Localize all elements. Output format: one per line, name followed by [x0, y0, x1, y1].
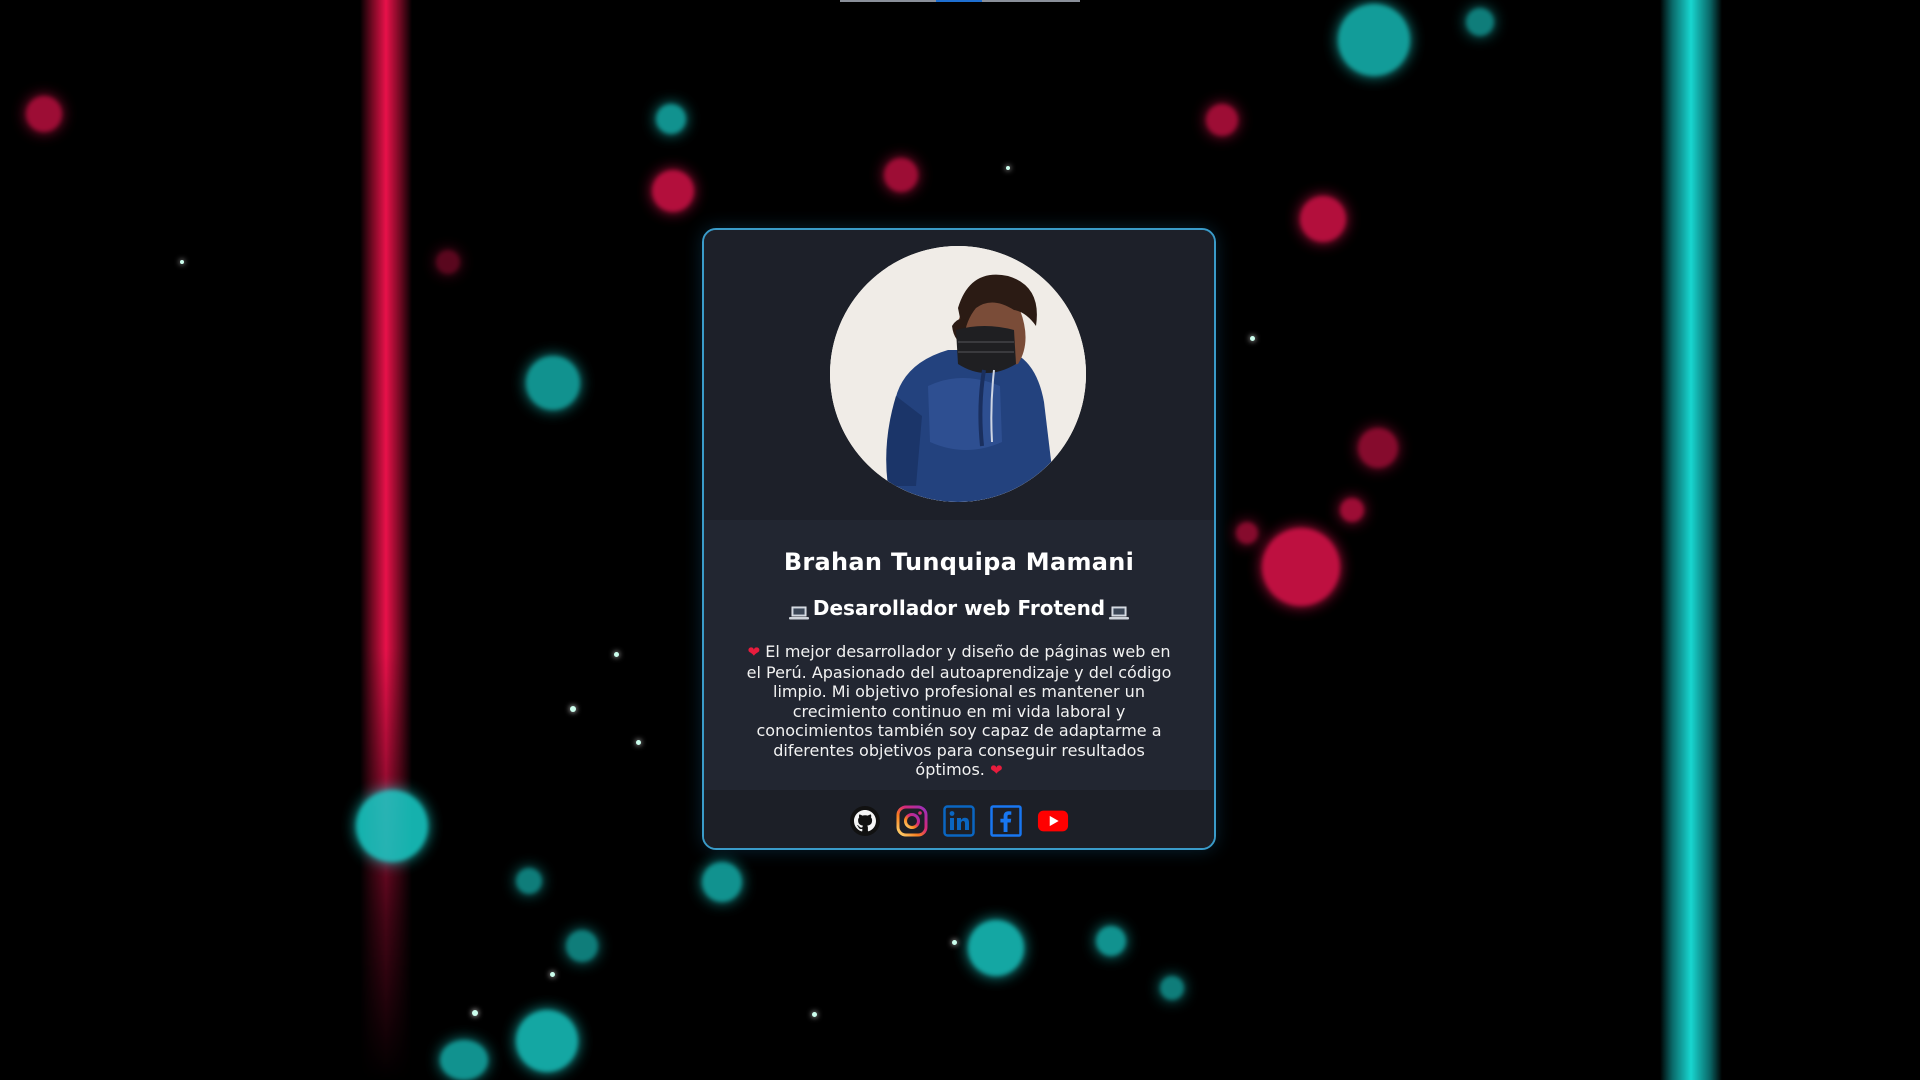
sparkle [570, 706, 576, 712]
heart-icon: ❤ [747, 643, 761, 661]
bokeh-dot [1300, 196, 1346, 242]
profile-card: Brahan Tunquipa Mamani Desarollador web … [702, 228, 1216, 850]
bokeh-dot [1262, 528, 1340, 606]
bokeh-dot [1096, 926, 1126, 956]
bokeh-dot [526, 356, 580, 410]
sparkle [550, 972, 555, 977]
bokeh-dot [436, 250, 460, 274]
instagram-icon [896, 805, 928, 837]
bokeh-dot [1338, 4, 1410, 76]
bokeh-dot [1160, 976, 1184, 1000]
bokeh-dot [656, 104, 686, 134]
github-link[interactable] [849, 805, 881, 837]
bokeh-dot [1206, 104, 1238, 136]
top-progress-bar [840, 0, 1080, 2]
bokeh-dot [884, 158, 918, 192]
sparkle [636, 740, 641, 745]
bokeh-dot [440, 1040, 488, 1080]
linkedin-link[interactable] [943, 805, 975, 837]
linkedin-icon [943, 805, 975, 837]
laptop-icon [788, 601, 809, 620]
profile-photo [830, 246, 1086, 502]
facebook-icon [990, 805, 1022, 837]
youtube-link[interactable] [1037, 805, 1069, 837]
teal-light-beam [1660, 0, 1722, 1080]
red-light-beam [360, 0, 412, 1080]
bokeh-dot [26, 96, 62, 132]
profile-bio: ❤ El mejor desarrollador y diseño de pág… [740, 642, 1178, 781]
bokeh-dot [516, 1010, 578, 1072]
youtube-icon [1037, 810, 1069, 832]
top-progress-segment [936, 0, 982, 2]
laptop-icon [1109, 601, 1130, 620]
bokeh-dot [516, 868, 542, 894]
sparkle [1250, 336, 1255, 341]
heart-icon: ❤ [989, 761, 1003, 779]
profile-bio-text: El mejor desarrollador y diseño de págin… [746, 642, 1172, 779]
card-body: Brahan Tunquipa Mamani Desarollador web … [704, 520, 1214, 790]
sparkle [614, 652, 619, 657]
profile-role-text: Desarollador web Frotend [812, 596, 1106, 620]
sparkle [180, 260, 184, 264]
facebook-link[interactable] [990, 805, 1022, 837]
github-icon [850, 806, 880, 836]
bokeh-dot [566, 930, 598, 962]
sparkle [472, 1010, 478, 1016]
card-header [704, 230, 1214, 520]
bokeh-dot [652, 170, 694, 212]
social-links-bar [704, 790, 1214, 848]
bokeh-dot [1340, 498, 1364, 522]
bokeh-dot [1358, 428, 1398, 468]
profile-name: Brahan Tunquipa Mamani [783, 548, 1135, 576]
bokeh-dot [702, 862, 742, 902]
bokeh-dot [1466, 8, 1494, 36]
instagram-link[interactable] [896, 805, 928, 837]
avatar [830, 246, 1086, 502]
bokeh-dot [968, 920, 1024, 976]
sparkle [812, 1012, 817, 1017]
profile-role: Desarollador web Frotend [704, 596, 1214, 620]
bokeh-dot [356, 790, 428, 862]
sparkle [952, 940, 957, 945]
sparkle [1006, 166, 1010, 170]
bokeh-dot [1236, 522, 1258, 544]
